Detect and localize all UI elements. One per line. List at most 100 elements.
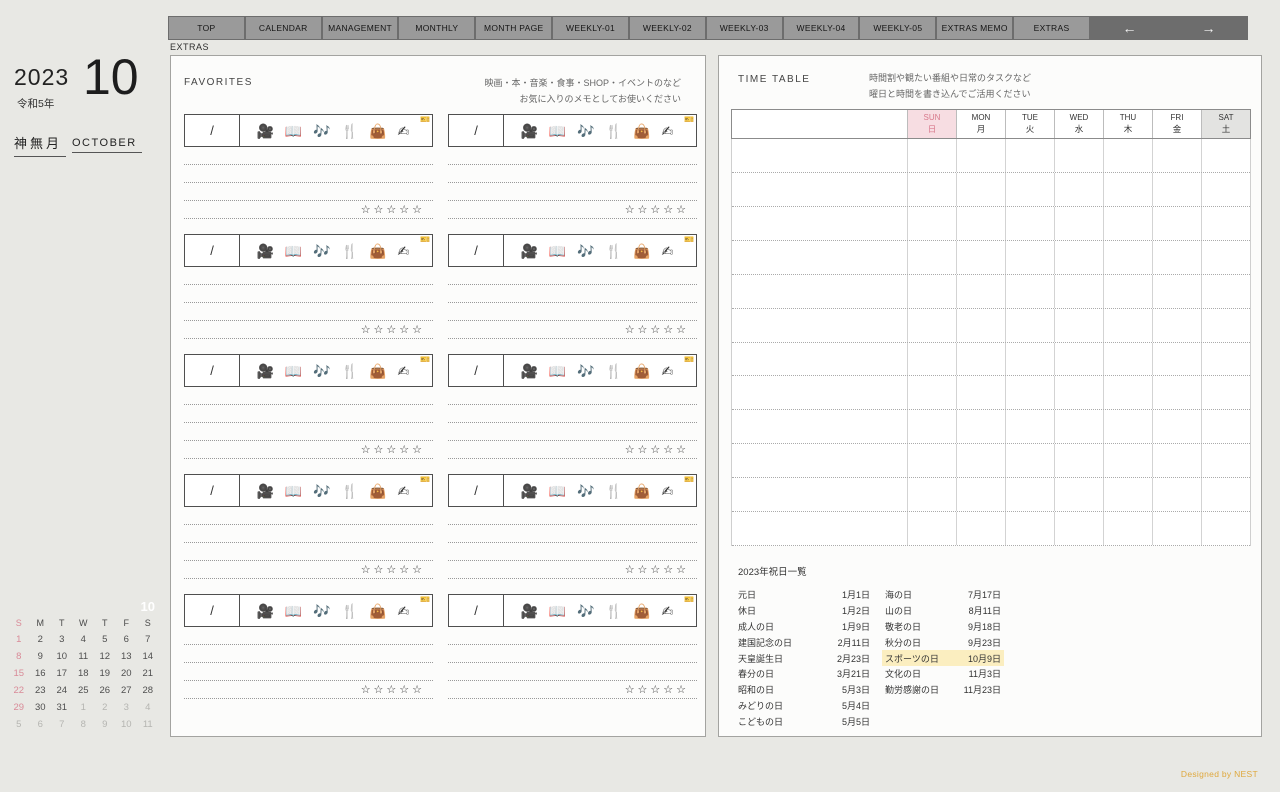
timetable-cell-sun[interactable] <box>907 376 956 409</box>
timetable-cell-tue[interactable] <box>1005 275 1054 308</box>
favorite-memo-line[interactable] <box>448 627 697 645</box>
favorite-date-cell[interactable]: / <box>449 475 504 506</box>
timetable-cell-tue[interactable] <box>1005 478 1054 511</box>
favorite-memo-line[interactable]: ☆☆☆☆☆ <box>184 681 433 699</box>
favorite-memo-line[interactable] <box>184 303 433 321</box>
nav-tab-extras-memo[interactable]: EXTRAS MEMO <box>937 17 1012 39</box>
movie-camera-icon[interactable]: 🎥 <box>521 244 538 258</box>
mini-calendar-day[interactable]: 31 <box>51 699 73 716</box>
prev-page-arrow[interactable]: ← <box>1090 16 1169 40</box>
rating-stars[interactable]: ☆☆☆☆☆ <box>361 443 425 456</box>
timetable-cell-thu[interactable] <box>1103 275 1152 308</box>
timetable-cell-mon[interactable] <box>956 343 1005 376</box>
open-book-icon[interactable]: 📖 <box>285 604 302 618</box>
movie-camera-icon[interactable]: 🎥 <box>521 124 538 138</box>
timetable-cell-tue[interactable] <box>1005 343 1054 376</box>
rating-stars[interactable]: ☆☆☆☆☆ <box>625 683 689 696</box>
nav-tab-management[interactable]: MANAGEMENT <box>323 17 398 39</box>
music-notes-icon[interactable]: 🎶 <box>313 604 330 618</box>
open-book-icon[interactable]: 📖 <box>285 364 302 378</box>
nav-tab-weekly-01[interactable]: WEEKLY-01 <box>553 17 628 39</box>
timetable-time-cell[interactable] <box>732 376 907 409</box>
timetable-cell-sun[interactable] <box>907 309 956 342</box>
timetable-cell-wed[interactable] <box>1054 139 1103 172</box>
timetable-cell-thu[interactable] <box>1103 173 1152 206</box>
timetable-cell-fri[interactable] <box>1152 309 1201 342</box>
favorite-date-cell[interactable]: / <box>449 355 504 386</box>
nav-tab-top[interactable]: TOP <box>169 17 244 39</box>
movie-camera-icon[interactable]: 🎥 <box>521 364 538 378</box>
favorite-memo-line[interactable] <box>448 423 697 441</box>
writing-hand-icon[interactable]: ✍ <box>398 244 410 258</box>
writing-hand-icon[interactable]: ✍ <box>398 364 410 378</box>
timetable-cell-sat[interactable] <box>1201 410 1250 443</box>
timetable-time-cell[interactable] <box>732 478 907 511</box>
mini-calendar-day[interactable]: 4 <box>73 631 95 648</box>
favorite-memo-line[interactable] <box>184 543 433 561</box>
handbag-icon[interactable]: 👜 <box>633 244 650 258</box>
timetable-cell-tue[interactable] <box>1005 512 1054 545</box>
handbag-icon[interactable]: 👜 <box>633 604 650 618</box>
handbag-icon[interactable]: 👜 <box>369 604 386 618</box>
music-notes-icon[interactable]: 🎶 <box>313 484 330 498</box>
timetable-cell-sat[interactable] <box>1201 173 1250 206</box>
timetable-cell-sat[interactable] <box>1201 241 1250 274</box>
timetable-cell-tue[interactable] <box>1005 207 1054 240</box>
timetable-time-cell[interactable] <box>732 410 907 443</box>
rating-stars[interactable]: ☆☆☆☆☆ <box>625 323 689 336</box>
fork-knife-icon[interactable]: 🍴 <box>341 364 358 378</box>
timetable-cell-thu[interactable] <box>1103 309 1152 342</box>
timetable-cell-mon[interactable] <box>956 139 1005 172</box>
mini-calendar-day[interactable]: 18 <box>73 665 95 682</box>
movie-camera-icon[interactable]: 🎥 <box>257 124 274 138</box>
timetable-cell-sat[interactable] <box>1201 444 1250 477</box>
favorite-memo-line[interactable]: ☆☆☆☆☆ <box>184 321 433 339</box>
mini-calendar-day[interactable]: 9 <box>94 716 116 733</box>
writing-hand-icon[interactable]: ✍ <box>398 124 410 138</box>
timetable-time-cell[interactable] <box>732 444 907 477</box>
timetable-cell-fri[interactable] <box>1152 241 1201 274</box>
favorite-memo-line[interactable]: ☆☆☆☆☆ <box>448 561 697 579</box>
mini-calendar-day[interactable]: 12 <box>94 648 116 665</box>
timetable-cell-sun[interactable] <box>907 275 956 308</box>
music-notes-icon[interactable]: 🎶 <box>577 244 594 258</box>
timetable-cell-tue[interactable] <box>1005 139 1054 172</box>
open-book-icon[interactable]: 📖 <box>549 604 566 618</box>
timetable-cell-tue[interactable] <box>1005 376 1054 409</box>
timetable-cell-mon[interactable] <box>956 309 1005 342</box>
timetable-time-cell[interactable] <box>732 173 907 206</box>
favorite-memo-line[interactable] <box>448 663 697 681</box>
nav-tab-weekly-04[interactable]: WEEKLY-04 <box>784 17 859 39</box>
timetable-cell-sun[interactable] <box>907 343 956 376</box>
timetable-cell-tue[interactable] <box>1005 173 1054 206</box>
favorite-memo-line[interactable] <box>448 303 697 321</box>
favorite-date-cell[interactable]: / <box>185 115 240 146</box>
timetable-cell-sun[interactable] <box>907 478 956 511</box>
fork-knife-icon[interactable]: 🍴 <box>605 124 622 138</box>
timetable-cell-fri[interactable] <box>1152 444 1201 477</box>
timetable-cell-thu[interactable] <box>1103 478 1152 511</box>
writing-hand-icon[interactable]: ✍ <box>662 604 674 618</box>
mini-calendar-day[interactable]: 6 <box>116 631 138 648</box>
timetable-cell-thu[interactable] <box>1103 241 1152 274</box>
handbag-icon[interactable]: 👜 <box>633 484 650 498</box>
fork-knife-icon[interactable]: 🍴 <box>341 244 358 258</box>
favorite-date-cell[interactable]: / <box>185 235 240 266</box>
mini-calendar-day[interactable]: 6 <box>30 716 52 733</box>
music-notes-icon[interactable]: 🎶 <box>577 364 594 378</box>
open-book-icon[interactable]: 📖 <box>549 244 566 258</box>
mini-calendar-day[interactable]: 1 <box>73 699 95 716</box>
timetable-time-cell[interactable] <box>732 207 907 240</box>
timetable-cell-fri[interactable] <box>1152 207 1201 240</box>
timetable-cell-thu[interactable] <box>1103 207 1152 240</box>
nav-tab-calendar[interactable]: CALENDAR <box>246 17 321 39</box>
mini-calendar-day[interactable]: 10 <box>51 648 73 665</box>
timetable-cell-wed[interactable] <box>1054 207 1103 240</box>
mini-calendar-day[interactable]: 21 <box>137 665 159 682</box>
mini-calendar-day[interactable]: 1 <box>8 631 30 648</box>
timetable-cell-sat[interactable] <box>1201 376 1250 409</box>
timetable-cell-thu[interactable] <box>1103 410 1152 443</box>
writing-hand-icon[interactable]: ✍ <box>662 364 674 378</box>
mini-calendar-day[interactable]: 25 <box>73 682 95 699</box>
favorite-memo-line[interactable]: ☆☆☆☆☆ <box>184 201 433 219</box>
